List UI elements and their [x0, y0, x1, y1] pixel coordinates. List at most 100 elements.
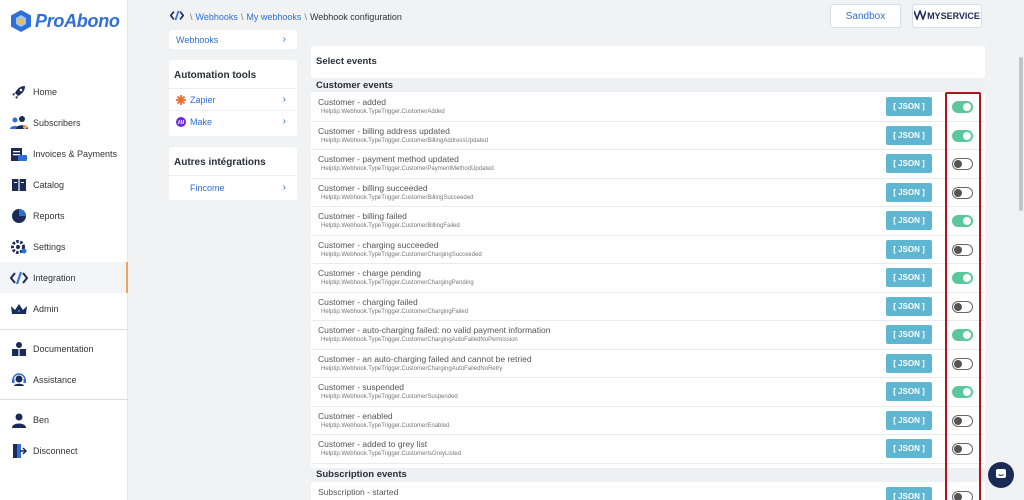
- event-label: Customer - billing failed: [318, 211, 407, 221]
- chat-button[interactable]: [988, 462, 1014, 488]
- webhooks-panel: Webhooks ›: [169, 30, 297, 49]
- json-button[interactable]: [ JSON ]: [886, 154, 932, 173]
- section-header: Subscription events: [311, 467, 985, 482]
- nav-label: Documentation: [33, 343, 94, 354]
- json-button[interactable]: [ JSON ]: [886, 182, 932, 202]
- breadcrumb-separator: \: [304, 11, 307, 22]
- event-key: Helptip.Webhook.TypeTrigger.CustomerChar…: [321, 251, 482, 258]
- panel-link-label: Zapier: [190, 94, 216, 105]
- event-row: Customer - enabled Helptip.Webhook.TypeTr…: [311, 407, 985, 435]
- breadcrumb-separator: \: [240, 11, 244, 22]
- nav-item-assistance[interactable]: Assistance: [0, 364, 128, 395]
- panel-link-webhooks[interactable]: Webhooks ›: [169, 30, 297, 49]
- nav-item-disconnect[interactable]: Disconnect: [0, 435, 128, 466]
- panel-link-fincome[interactable]: Fincome ›: [169, 175, 297, 199]
- crown-icon: [10, 300, 28, 318]
- panel-link-make[interactable]: Make ›: [169, 110, 297, 132]
- service-brand-button[interactable]: MYSERVICE: [912, 4, 982, 28]
- nav-item-documentation[interactable]: Documentation: [0, 333, 128, 364]
- event-label: Customer - added: [318, 97, 387, 107]
- event-row: Customer - added to grey list Helptip.Web…: [311, 435, 985, 464]
- card-title: Select events: [316, 56, 377, 67]
- nav-item-reports[interactable]: Reports: [0, 200, 128, 231]
- nav-item-settings[interactable]: Settings: [0, 231, 128, 262]
- event-row: Subscription - started [ JSON ]: [311, 483, 985, 500]
- nav-label: Assistance: [33, 374, 77, 385]
- json-button[interactable]: [ JSON ]: [886, 268, 932, 287]
- user-nav: Ben Disconnect: [0, 404, 128, 466]
- nav-item-home[interactable]: Home: [0, 76, 128, 107]
- event-label: Customer - auto-charging failed: no vali…: [318, 325, 551, 335]
- nav-label: Ben: [33, 414, 50, 425]
- event-row: Customer - charging succeeded Helptip.Web…: [311, 236, 985, 264]
- event-label: Customer - an auto-charging failed and c…: [318, 353, 532, 364]
- other-integrations-panel: Autres intégrations Fincome ›: [169, 147, 297, 200]
- nav-item-integration[interactable]: Integration: [0, 262, 128, 293]
- event-row: Customer - payment method updated Helptip…: [311, 150, 985, 179]
- users-icon: [10, 114, 28, 132]
- event-label: Customer - payment method updated: [318, 154, 459, 164]
- json-button[interactable]: [ JSON ]: [886, 382, 932, 401]
- event-label: Customer - charge pending: [318, 268, 422, 278]
- app-logo[interactable]: ProAbono: [11, 10, 120, 32]
- json-button[interactable]: [ JSON ]: [886, 97, 932, 116]
- json-button[interactable]: [ JSON ]: [886, 486, 932, 500]
- page-scrollbar[interactable]: [1017, 0, 1024, 500]
- user-icon: [10, 411, 28, 429]
- event-key: Helptip.Webhook.TypeTrigger.CustomerSusp…: [321, 394, 458, 400]
- breadcrumb-my-webhooks[interactable]: My webhooks: [246, 12, 301, 22]
- event-key: Helptip.Webhook.TypeTrigger.CustomerChar…: [321, 280, 474, 286]
- panel-title: Automation tools: [174, 70, 257, 81]
- event-label: Customer - charging succeeded: [318, 239, 439, 250]
- panel-link-zapier[interactable]: Zapier ›: [169, 88, 297, 110]
- scrollbar-thumb[interactable]: [1019, 57, 1023, 211]
- make-icon: [176, 116, 186, 127]
- select-events-card: Select events Customer events Customer - …: [311, 46, 985, 500]
- panel-link-label: Webhooks: [176, 34, 219, 45]
- json-button[interactable]: [ JSON ]: [886, 325, 932, 344]
- json-button[interactable]: [ JSON ]: [886, 125, 932, 145]
- breadcrumb-separator: \: [190, 11, 193, 22]
- event-key: Helptip.Webhook.TypeTrigger.CustomerBill…: [321, 137, 489, 144]
- event-row: Customer - added Helptip.Webhook.TypeTrig…: [311, 93, 985, 122]
- help-nav: Documentation Assistance: [0, 333, 128, 395]
- sandbox-button[interactable]: Sandbox: [830, 4, 901, 28]
- nav-item-catalog[interactable]: Catalog: [0, 169, 128, 200]
- panel-link-label: Fincome: [190, 182, 225, 193]
- nav-item-subscribers[interactable]: Subscribers: [0, 107, 128, 138]
- sidebar: ProAbono Home Subscribers Invoices & Pay…: [0, 0, 128, 500]
- toggle-column-highlight: [945, 92, 981, 500]
- chevron-right-icon: ›: [282, 34, 286, 45]
- event-key: Helptip.Webhook.TypeTrigger.CustomerBill…: [321, 194, 474, 201]
- nav-item-user[interactable]: Ben: [0, 404, 128, 435]
- json-button[interactable]: [ JSON ]: [886, 239, 932, 259]
- nav-item-invoices-payments[interactable]: Invoices & Payments: [0, 138, 128, 169]
- event-key: Helptip.Webhook.TypeTrigger.CustomerBill…: [321, 223, 460, 229]
- json-button[interactable]: [ JSON ]: [886, 353, 932, 373]
- catalog-icon: [10, 176, 28, 194]
- nav-divider: [0, 329, 128, 330]
- event-key: Helptip.Webhook.TypeTrigger.CustomerChar…: [321, 337, 518, 343]
- json-button[interactable]: [ JSON ]: [886, 211, 932, 230]
- json-button[interactable]: [ JSON ]: [886, 296, 932, 316]
- event-key: Helptip.Webhook.TypeTrigger.CustomerEnab…: [321, 422, 450, 429]
- event-row: Customer - auto-charging failed: no vali…: [311, 321, 985, 350]
- code-icon: [10, 269, 28, 287]
- json-button[interactable]: [ JSON ]: [886, 410, 932, 430]
- logout-icon: [10, 442, 28, 460]
- event-key: Helptip.Webhook.TypeTrigger.CustomerAdde…: [321, 109, 445, 115]
- chevron-right-icon: ›: [282, 116, 286, 127]
- json-button[interactable]: [ JSON ]: [886, 439, 932, 458]
- chat-icon: [995, 468, 1007, 482]
- event-label: Customer - added to grey list: [318, 439, 428, 449]
- event-key: Helptip.Webhook.TypeTrigger.CustomerPaym…: [321, 166, 494, 172]
- zapier-icon: [176, 94, 186, 105]
- nav-label: Settings: [33, 241, 66, 252]
- event-label: Customer - enabled: [318, 410, 393, 421]
- event-key: Helptip.Webhook.TypeTrigger.CustomerChar…: [321, 365, 503, 372]
- nav-item-admin[interactable]: Admin: [0, 293, 128, 324]
- breadcrumb-webhooks[interactable]: Webhooks: [196, 12, 238, 22]
- event-row: Customer - charge pending Helptip.Webhook…: [311, 264, 985, 293]
- integration-code-icon[interactable]: [169, 10, 185, 23]
- nav-label: Invoices & Payments: [33, 148, 118, 159]
